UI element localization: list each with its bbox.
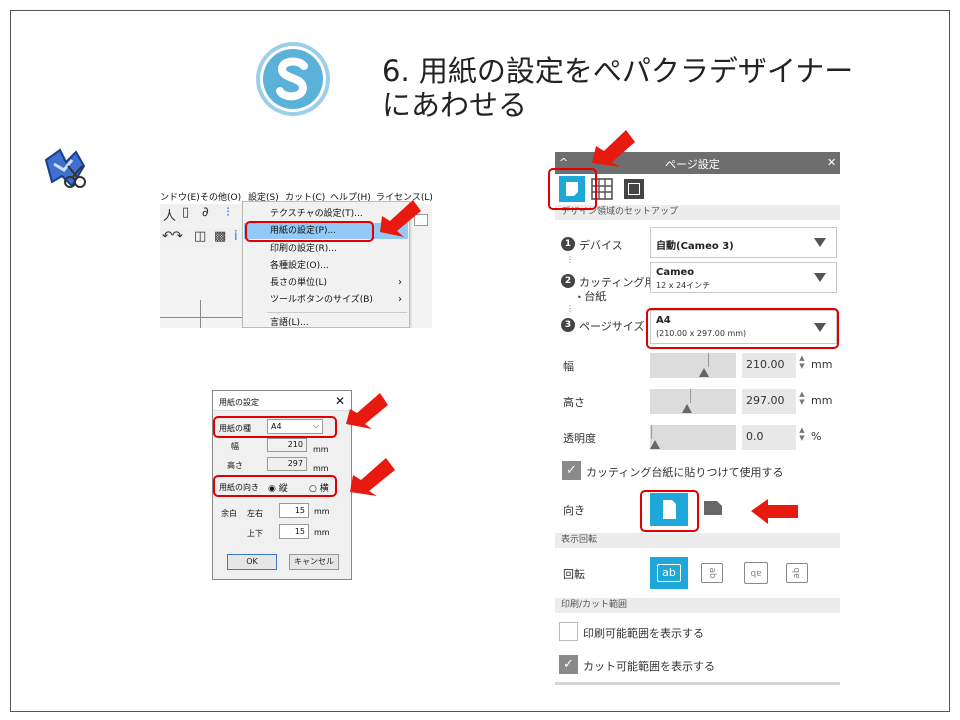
red-arrow-icon [380, 200, 421, 237]
red-arrow-icon [592, 130, 635, 167]
red-arrow-icon [751, 499, 798, 524]
red-arrow-icon [350, 458, 395, 496]
annotation-arrows [346, 130, 798, 524]
red-arrow-icon [346, 393, 388, 429]
